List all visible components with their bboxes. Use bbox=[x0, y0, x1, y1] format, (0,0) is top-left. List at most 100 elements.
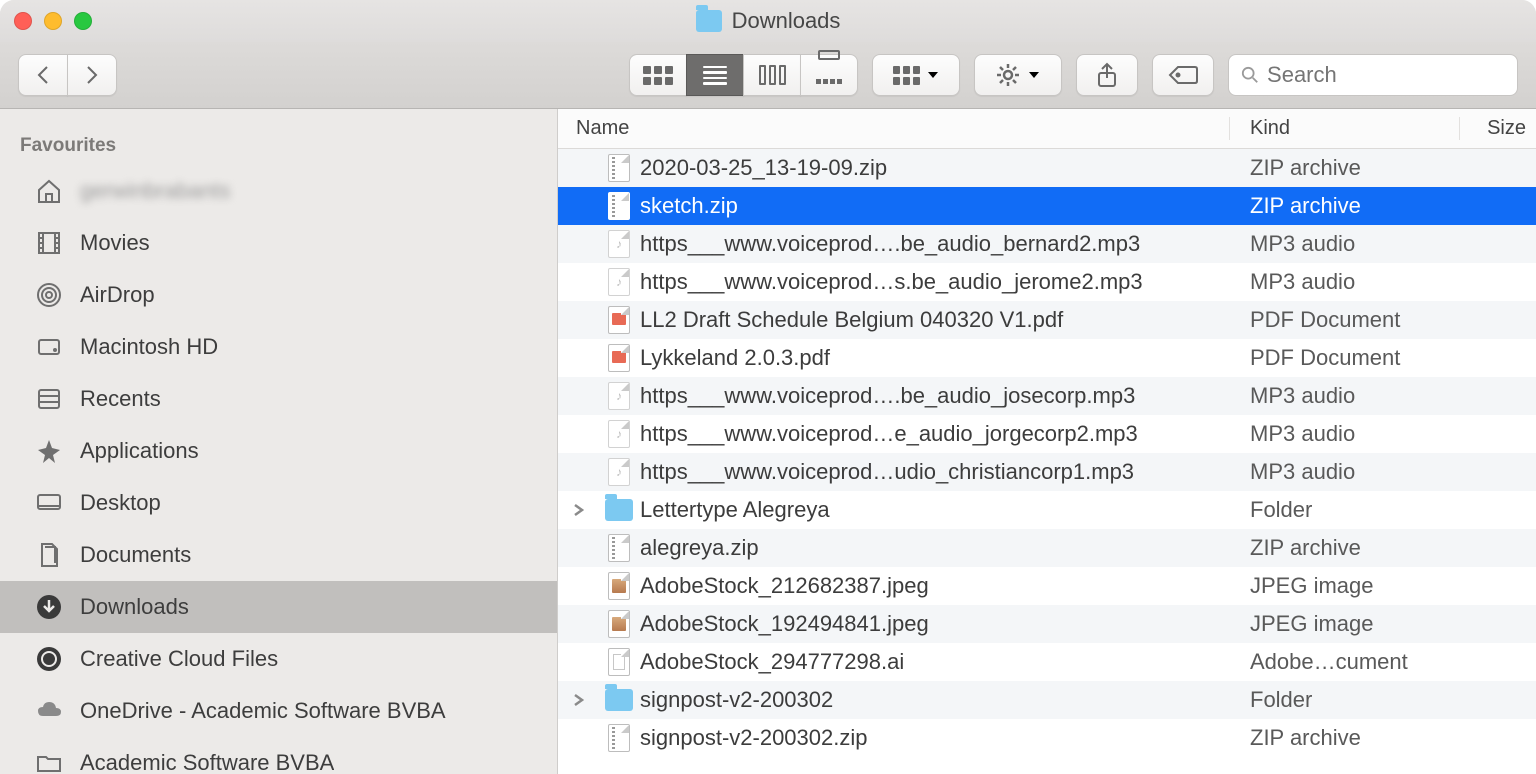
tag-icon bbox=[1168, 64, 1198, 86]
file-row[interactable]: https___www.voiceprod…e_audio_jorgecorp2… bbox=[558, 415, 1536, 453]
file-row[interactable]: Lykkeland 2.0.3.pdfPDF Document bbox=[558, 339, 1536, 377]
view-switcher bbox=[629, 54, 858, 96]
file-row[interactable]: https___www.voiceprod….be_audio_bernard2… bbox=[558, 225, 1536, 263]
icon-view-button[interactable] bbox=[629, 54, 687, 96]
file-kind: JPEG image bbox=[1230, 611, 1460, 637]
airdrop-icon bbox=[32, 278, 66, 312]
file-row[interactable]: https___www.voiceprod…s.be_audio_jerome2… bbox=[558, 263, 1536, 301]
sidebar-item-folder[interactable]: Academic Software BVBA bbox=[0, 737, 557, 774]
share-button[interactable] bbox=[1076, 54, 1138, 96]
mp3-file-icon bbox=[608, 268, 630, 296]
list-view-button[interactable] bbox=[686, 54, 744, 96]
chevron-down-icon bbox=[926, 70, 940, 80]
file-row[interactable]: AdobeStock_294777298.aiAdobe…cument bbox=[558, 643, 1536, 681]
action-button[interactable] bbox=[974, 54, 1062, 96]
arrange-button[interactable] bbox=[872, 54, 960, 96]
file-name: AdobeStock_212682387.jpeg bbox=[640, 573, 1230, 599]
file-name: signpost-v2-200302 bbox=[640, 687, 1230, 713]
disclosure[interactable] bbox=[558, 503, 598, 517]
sidebar-item-label: gerwinbrabants bbox=[80, 178, 230, 204]
file-name: alegreya.zip bbox=[640, 535, 1230, 561]
file-row[interactable]: signpost-v2-200302Folder bbox=[558, 681, 1536, 719]
apps-icon bbox=[32, 434, 66, 468]
file-row[interactable]: LL2 Draft Schedule Belgium 040320 V1.pdf… bbox=[558, 301, 1536, 339]
sidebar-item-hdd[interactable]: Macintosh HD bbox=[0, 321, 557, 373]
arrange-icon bbox=[893, 66, 920, 85]
gear-icon bbox=[995, 62, 1021, 88]
grid-icon bbox=[643, 66, 673, 85]
sidebar-item-recents[interactable]: Recents bbox=[0, 373, 557, 425]
disclosure-triangle-icon[interactable] bbox=[572, 693, 584, 707]
search-input[interactable] bbox=[1267, 62, 1505, 88]
file-name: https___www.voiceprod…udio_christiancorp… bbox=[640, 459, 1230, 485]
file-kind: Folder bbox=[1230, 497, 1460, 523]
column-name[interactable]: Name bbox=[558, 117, 1230, 140]
sidebar-item-documents[interactable]: Documents bbox=[0, 529, 557, 581]
column-view-button[interactable] bbox=[743, 54, 801, 96]
file-name: https___www.voiceprod…e_audio_jorgecorp2… bbox=[640, 421, 1230, 447]
window-title: Downloads bbox=[0, 8, 1536, 34]
sidebar: Favourites gerwinbrabants MoviesAirDropMa… bbox=[0, 109, 558, 774]
file-row[interactable]: signpost-v2-200302.zipZIP archive bbox=[558, 719, 1536, 757]
sidebar-item-label: Academic Software BVBA bbox=[80, 750, 334, 774]
file-name: AdobeStock_192494841.jpeg bbox=[640, 611, 1230, 637]
file-name: https___www.voiceprod…s.be_audio_jerome2… bbox=[640, 269, 1230, 295]
file-row[interactable]: AdobeStock_192494841.jpegJPEG image bbox=[558, 605, 1536, 643]
close-button[interactable] bbox=[14, 12, 32, 30]
sidebar-item-film[interactable]: Movies bbox=[0, 217, 557, 269]
file-kind: MP3 audio bbox=[1230, 383, 1460, 409]
file-row[interactable]: AdobeStock_212682387.jpegJPEG image bbox=[558, 567, 1536, 605]
sidebar-item-cc[interactable]: Creative Cloud Files bbox=[0, 633, 557, 685]
zip-file-icon bbox=[608, 724, 630, 752]
back-button[interactable] bbox=[18, 54, 68, 96]
sidebar-item-label: OneDrive - Academic Software BVBA bbox=[80, 698, 446, 724]
sidebar-item-apps[interactable]: Applications bbox=[0, 425, 557, 477]
sidebar-item-label: Desktop bbox=[80, 490, 161, 516]
film-icon bbox=[32, 226, 66, 260]
sidebar-item-cloud[interactable]: OneDrive - Academic Software BVBA bbox=[0, 685, 557, 737]
desktop-icon bbox=[32, 486, 66, 520]
file-kind: PDF Document bbox=[1230, 307, 1460, 333]
traffic-lights bbox=[14, 12, 92, 30]
folder-icon bbox=[605, 499, 633, 521]
minimize-button[interactable] bbox=[44, 12, 62, 30]
disclosure[interactable] bbox=[558, 693, 598, 707]
column-size[interactable]: Size bbox=[1460, 117, 1536, 140]
sidebar-item-home[interactable]: gerwinbrabants bbox=[0, 165, 557, 217]
maximize-button[interactable] bbox=[74, 12, 92, 30]
search-field[interactable] bbox=[1228, 54, 1518, 96]
file-row[interactable]: Lettertype AlegreyaFolder bbox=[558, 491, 1536, 529]
tags-button[interactable] bbox=[1152, 54, 1214, 96]
file-list[interactable]: 2020-03-25_13-19-09.zipZIP archivesketch… bbox=[558, 149, 1536, 774]
forward-button[interactable] bbox=[67, 54, 117, 96]
file-kind: Folder bbox=[1230, 687, 1460, 713]
documents-icon bbox=[32, 538, 66, 572]
file-kind: JPEG image bbox=[1230, 573, 1460, 599]
column-kind[interactable]: Kind bbox=[1230, 117, 1460, 140]
file-name: Lykkeland 2.0.3.pdf bbox=[640, 345, 1230, 371]
sidebar-item-downloads[interactable]: Downloads bbox=[0, 581, 557, 633]
file-kind: ZIP archive bbox=[1230, 193, 1460, 219]
file-row[interactable]: alegreya.zipZIP archive bbox=[558, 529, 1536, 567]
gallery-view-button[interactable] bbox=[800, 54, 858, 96]
sidebar-item-desktop[interactable]: Desktop bbox=[0, 477, 557, 529]
chevron-right-icon bbox=[84, 64, 100, 86]
file-row[interactable]: https___www.voiceprod…udio_christiancorp… bbox=[558, 453, 1536, 491]
file-name: Lettertype Alegreya bbox=[640, 497, 1230, 523]
folder-icon bbox=[32, 746, 66, 774]
file-row[interactable]: sketch.zipZIP archive bbox=[558, 187, 1536, 225]
pdf-file-icon bbox=[608, 306, 630, 334]
sidebar-item-airdrop[interactable]: AirDrop bbox=[0, 269, 557, 321]
disclosure-triangle-icon[interactable] bbox=[572, 503, 584, 517]
file-kind: ZIP archive bbox=[1230, 155, 1460, 181]
sidebar-section-header: Favourites bbox=[0, 125, 557, 165]
zip-file-icon bbox=[608, 154, 630, 182]
cloud-icon bbox=[32, 694, 66, 728]
file-row[interactable]: 2020-03-25_13-19-09.zipZIP archive bbox=[558, 149, 1536, 187]
file-kind: ZIP archive bbox=[1230, 725, 1460, 751]
home-icon bbox=[32, 174, 66, 208]
file-row[interactable]: https___www.voiceprod….be_audio_josecorp… bbox=[558, 377, 1536, 415]
downloads-folder-icon bbox=[696, 10, 722, 32]
chevron-left-icon bbox=[35, 64, 51, 86]
file-kind: MP3 audio bbox=[1230, 421, 1460, 447]
